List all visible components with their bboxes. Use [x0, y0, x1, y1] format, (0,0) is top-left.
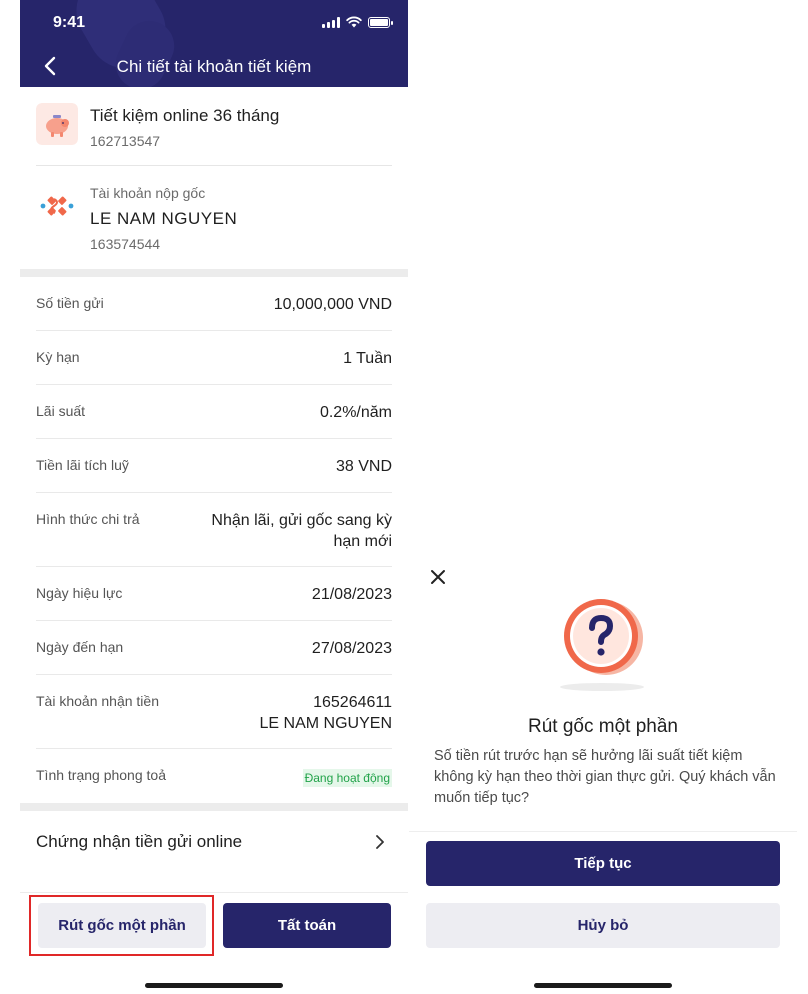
- detail-row-block-status: Tình trạng phong toả Đang hoạt động: [36, 749, 392, 803]
- source-account-number: 163574544: [90, 236, 161, 252]
- settle-button[interactable]: Tất toán: [223, 903, 391, 948]
- dialog-title: Rút gốc một phần: [528, 716, 678, 737]
- detail-value-line: Nhận lãi, gửi gốc sang kỳ: [211, 512, 392, 529]
- status-badge: Đang hoạt động: [302, 769, 392, 787]
- detail-row-interest-rate: Lãi suất 0.2%/năm: [36, 385, 392, 439]
- detail-value-line: LE NAM NGUYEN: [259, 715, 392, 732]
- dialog-message: Số tiền rút trước hạn sẽ hưởng lãi suất …: [434, 748, 776, 806]
- savings-account-row: Tiết kiệm online 36 tháng 162713547: [36, 103, 392, 163]
- piggy-bank-icon: [36, 103, 78, 145]
- detail-row-accrued-interest: Tiền lãi tích luỹ 38 VND: [36, 439, 392, 493]
- bank-logo-icon: [40, 196, 74, 216]
- divider: [36, 165, 392, 166]
- section-separator: [20, 803, 408, 811]
- detail-row-effective-date: Ngày hiệu lực 21/08/2023: [36, 567, 392, 621]
- home-indicator: [145, 983, 283, 988]
- status-time: 9:41: [53, 14, 86, 31]
- partial-withdraw-button[interactable]: Rút gốc một phần: [38, 903, 206, 948]
- detail-label: Tiền lãi tích luỹ: [36, 457, 129, 473]
- home-indicator: [534, 983, 672, 988]
- detail-label: Ngày hiệu lực: [36, 585, 123, 601]
- detail-value-line: 165264611: [313, 694, 392, 711]
- detail-list: Số tiền gửi 10,000,000 VND Kỳ hạn 1 Tuần…: [20, 277, 408, 803]
- status-icons: [322, 16, 393, 28]
- detail-value: Nhận lãi, gửi gốc sang kỳ hạn mới: [211, 510, 392, 552]
- detail-value-line: hạn mới: [333, 533, 392, 550]
- detail-value: 21/08/2023: [311, 586, 392, 603]
- detail-label: Tình trạng phong toả: [36, 767, 166, 783]
- detail-label: Kỳ hạn: [36, 349, 80, 365]
- section-separator: [20, 269, 408, 277]
- detail-label: Tài khoản nhận tiền: [36, 693, 159, 709]
- status-bar: 9:41: [20, 0, 408, 46]
- status-badge-wrap: Đang hoạt động: [302, 767, 392, 789]
- source-account-row: Tài khoản nộp gốc LE NAM NGUYEN 16357454…: [36, 183, 392, 263]
- page-title: Chi tiết tài khoản tiết kiệm: [116, 57, 312, 76]
- detail-value: 38 VND: [335, 458, 392, 475]
- detail-label: Ngày đến hạn: [36, 639, 124, 655]
- detail-label: Hình thức chi trả: [36, 511, 140, 527]
- source-account-label: Tài khoản nộp gốc: [90, 185, 206, 201]
- divider: [20, 892, 408, 893]
- wifi-icon: [346, 16, 362, 28]
- certificate-link[interactable]: Chứng nhận tiền gửi online: [36, 812, 392, 884]
- detail-value: 1 Tuần: [343, 350, 392, 367]
- confirm-dialog-screen: Rút gốc một phần Số tiền rút trước hạn s…: [409, 0, 797, 994]
- detail-value: 10,000,000 VND: [273, 296, 392, 313]
- close-icon[interactable]: [429, 568, 447, 586]
- detail-row-payout-method: Hình thức chi trả Nhận lãi, gửi gốc sang…: [36, 493, 392, 567]
- detail-row-receiving-account: Tài khoản nhận tiền 165264611 LE NAM NGU…: [36, 675, 392, 749]
- savings-account-name: Tiết kiệm online 36 tháng: [90, 106, 280, 125]
- question-icon: [560, 599, 644, 691]
- detail-row-term: Kỳ hạn 1 Tuần: [36, 331, 392, 385]
- savings-account-number: 162713547: [90, 133, 161, 149]
- source-account-name: LE NAM NGUYEN: [90, 209, 238, 228]
- battery-icon: [368, 16, 393, 28]
- detail-label: Số tiền gửi: [36, 295, 104, 311]
- detail-value: 0.2%/năm: [319, 404, 392, 421]
- detail-value: 165264611 LE NAM NGUYEN: [260, 692, 392, 734]
- account-info: Tiết kiệm online 36 tháng 162713547 Tài …: [20, 87, 408, 269]
- detail-label: Lãi suất: [36, 403, 86, 419]
- cancel-button[interactable]: Hủy bỏ: [426, 903, 780, 948]
- signal-icon: [322, 16, 340, 28]
- account-detail-screen: 9:41 Chi tiết tài khoản tiết kiệm Tiết k…: [20, 0, 408, 994]
- chevron-right-icon: [376, 835, 384, 849]
- certificate-label: Chứng nhận tiền gửi online: [36, 832, 243, 851]
- detail-row-maturity-date: Ngày đến hạn 27/08/2023: [36, 621, 392, 675]
- detail-row-deposit-amount: Số tiền gửi 10,000,000 VND: [36, 277, 392, 331]
- continue-button[interactable]: Tiếp tục: [426, 841, 780, 886]
- divider: [409, 831, 797, 832]
- header: 9:41 Chi tiết tài khoản tiết kiệm: [20, 0, 408, 87]
- detail-value: 27/08/2023: [311, 640, 392, 657]
